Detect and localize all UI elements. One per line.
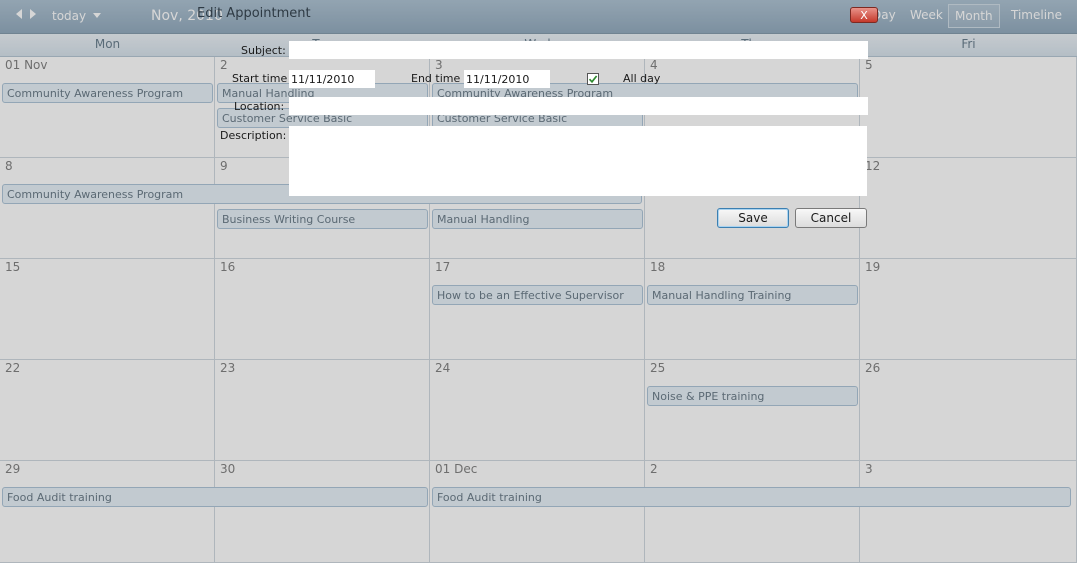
location-label: Location: [234, 100, 285, 113]
dialog-title: Edit Appointment [197, 6, 311, 21]
subject-input[interactable] [289, 41, 868, 59]
save-button[interactable]: Save [717, 208, 789, 228]
all-day-label: All day [623, 72, 661, 85]
start-time-input[interactable] [289, 70, 375, 88]
end-time-input[interactable] [464, 70, 550, 88]
all-day-checkbox[interactable] [587, 73, 599, 85]
checkmark-icon [588, 75, 598, 84]
description-textarea[interactable] [289, 126, 867, 196]
location-input[interactable] [289, 97, 868, 115]
cancel-button[interactable]: Cancel [795, 208, 867, 228]
end-time-label: End time [411, 72, 461, 85]
close-icon: X [860, 9, 868, 22]
subject-label: Subject: [241, 44, 286, 57]
description-label: Description: [220, 129, 287, 142]
start-time-label: Start time [232, 72, 288, 85]
close-button[interactable]: X [850, 7, 878, 23]
